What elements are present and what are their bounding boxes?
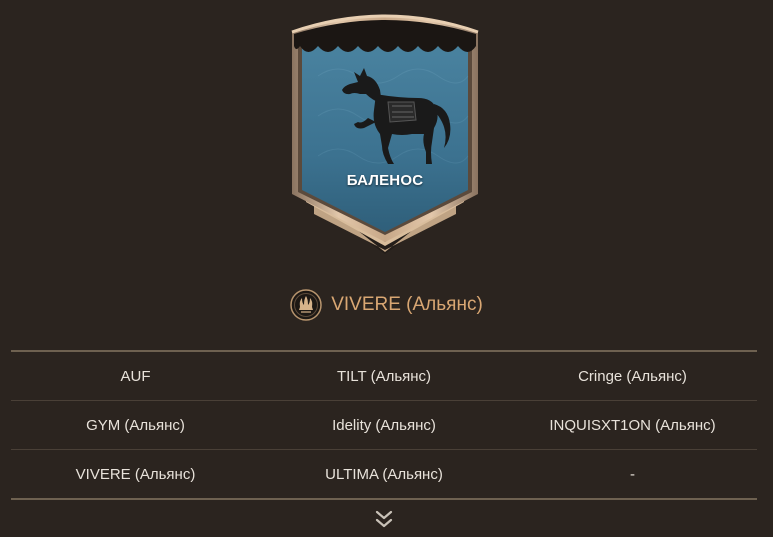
guild-row: AUF TILT (Альянс) Cringe (Альянс) (11, 352, 757, 400)
guild-cell[interactable]: Cringe (Альянс) (508, 368, 757, 385)
guild-row: VIVERE (Альянс) ULTIMA (Альянс) - (11, 449, 757, 498)
guild-cell[interactable]: ULTIMA (Альянс) (260, 466, 508, 483)
owner-alliance-name: VIVERE (Альянс) (331, 294, 483, 315)
guild-cell[interactable]: TILT (Альянс) (260, 368, 508, 385)
guild-cell: - (630, 465, 635, 483)
guild-cell[interactable]: INQUISXT1ON (Альянс) (508, 417, 757, 434)
guild-grid: AUF TILT (Альянс) Cringe (Альянс) GYM (А… (11, 350, 757, 500)
guild-cell[interactable]: AUF (11, 368, 260, 385)
alliance-crest-icon (290, 289, 322, 321)
owner-alliance[interactable]: VIVERE (Альянс) (0, 287, 773, 323)
guild-row: GYM (Альянс) Idelity (Альянс) INQUISXT1O… (11, 400, 757, 449)
territory-name: БАЛЕНОС (346, 172, 424, 189)
guild-cell[interactable]: GYM (Альянс) (11, 417, 260, 434)
banner-frame (291, 14, 479, 254)
territory-banner: БАЛЕНОС (278, 6, 492, 258)
guild-cell[interactable]: VIVERE (Альянс) (11, 466, 260, 483)
guild-cell[interactable]: Idelity (Альянс) (260, 417, 508, 434)
double-chevron-down-icon[interactable] (372, 508, 396, 532)
